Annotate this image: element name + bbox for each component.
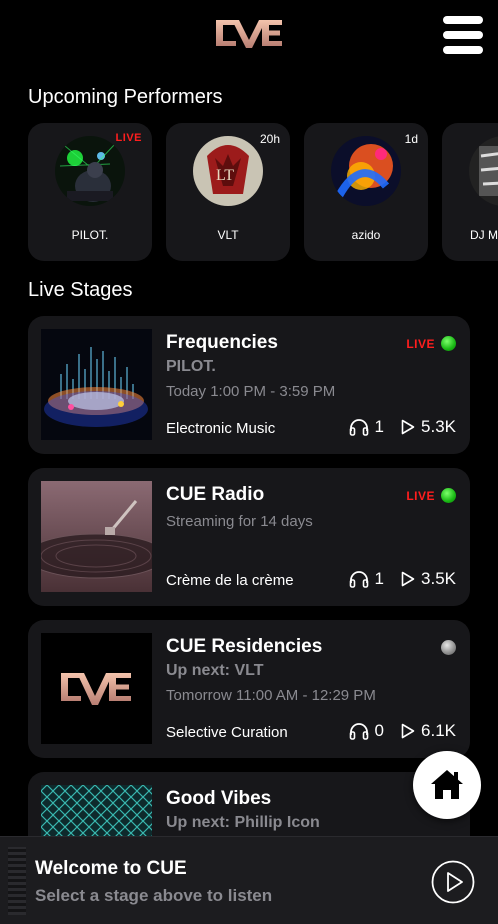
stage-streaming-duration: Streaming for 14 days [166,513,313,530]
performer-card-vlt[interactable]: 20h LT VLT [166,123,290,261]
stage-time: Tomorrow 11:00 AM - 12:29 PM [166,687,376,704]
live-status-dot [441,336,456,351]
stage-title: CUE Radio [166,484,265,505]
play-button[interactable] [431,860,475,904]
stage-performer: PILOT. [166,358,216,375]
performer-card-azido[interactable]: 1d azido [304,123,428,261]
stage-title: Frequencies [166,332,278,353]
performer-name: VLT [217,228,239,242]
stage-card-frequencies[interactable]: Frequencies PILOT. Today 1:00 PM - 3:59 … [28,316,470,454]
live-badge: LIVE [115,132,142,144]
play-count: 5.3K [421,417,456,436]
performer-card-dj-m[interactable]: DJ M [442,123,498,261]
home-button[interactable] [413,751,481,819]
stage-title: Good Vibes [166,788,272,809]
time-until-badge: 20h [259,132,280,146]
performer-avatar [55,136,125,206]
live-label: LIVE [406,336,435,351]
listener-count: 0 [374,721,385,740]
play-count: 6.1K [421,721,456,740]
headphones-icon [349,418,369,436]
listener-count: 1 [374,417,385,436]
stage-thumbnail [41,481,152,592]
stage-card-cue-residencies[interactable]: CUE Residencies Up next: VLT Tomorrow 11… [28,620,470,758]
stage-title: CUE Residencies [166,636,323,657]
play-count-icon [401,723,415,739]
upcoming-performers-title: Upcoming Performers [28,86,223,108]
live-stages-title: Live Stages [28,279,133,301]
performer-avatar [469,136,498,206]
stage-stats: 0 6.1K [349,721,456,741]
performer-name: PILOT. [71,228,109,242]
player-thumbnail [8,847,26,915]
status-indicator [441,640,456,655]
time-until-badge: 1d [404,132,418,146]
live-status-dot [441,488,456,503]
cue-logo[interactable] [214,14,284,54]
performer-name: azido [351,228,381,242]
headphones-icon [349,570,369,588]
live-label: LIVE [406,488,435,503]
home-icon [431,770,463,799]
performer-card-pilot[interactable]: LIVE PILOT. [28,123,152,261]
stage-genre: Selective Curation [166,724,288,741]
stage-up-next: Up next: VLT [166,662,264,679]
performer-name: DJ M [470,228,498,242]
headphones-icon [349,722,369,740]
stage-genre: Crème de la crème [166,572,294,589]
top-bar [0,0,498,70]
hamburger-menu-icon[interactable] [440,14,486,56]
stage-stats: 1 5.3K [349,417,456,437]
mini-player[interactable]: Welcome to CUE Select a stage above to l… [0,836,498,924]
play-count: 3.5K [421,569,456,588]
performer-avatar: LT [193,136,263,206]
stage-stats: 1 3.5K [349,569,456,589]
play-icon [431,860,475,904]
stage-thumbnail [41,329,152,440]
upcoming-performers-carousel[interactable]: LIVE PILOT. 20h LT VLT 1d azido DJ M [28,123,498,261]
play-count-icon [401,419,415,435]
svg-text:LT: LT [216,167,234,184]
play-count-icon [401,571,415,587]
listener-count: 1 [374,569,385,588]
stage-thumbnail [41,633,152,744]
stage-card-cue-radio[interactable]: CUE Radio Streaming for 14 days Crème de… [28,468,470,606]
live-indicator: LIVE [406,336,456,351]
live-indicator: LIVE [406,488,456,503]
player-title: Welcome to CUE [35,858,187,879]
offline-status-dot [441,640,456,655]
player-subtitle: Select a stage above to listen [35,886,273,905]
stage-up-next: Up next: Phillip Icon [166,814,320,831]
stage-time: Today 1:00 PM - 3:59 PM [166,383,336,400]
performer-avatar [331,136,401,206]
stage-genre: Electronic Music [166,420,276,437]
